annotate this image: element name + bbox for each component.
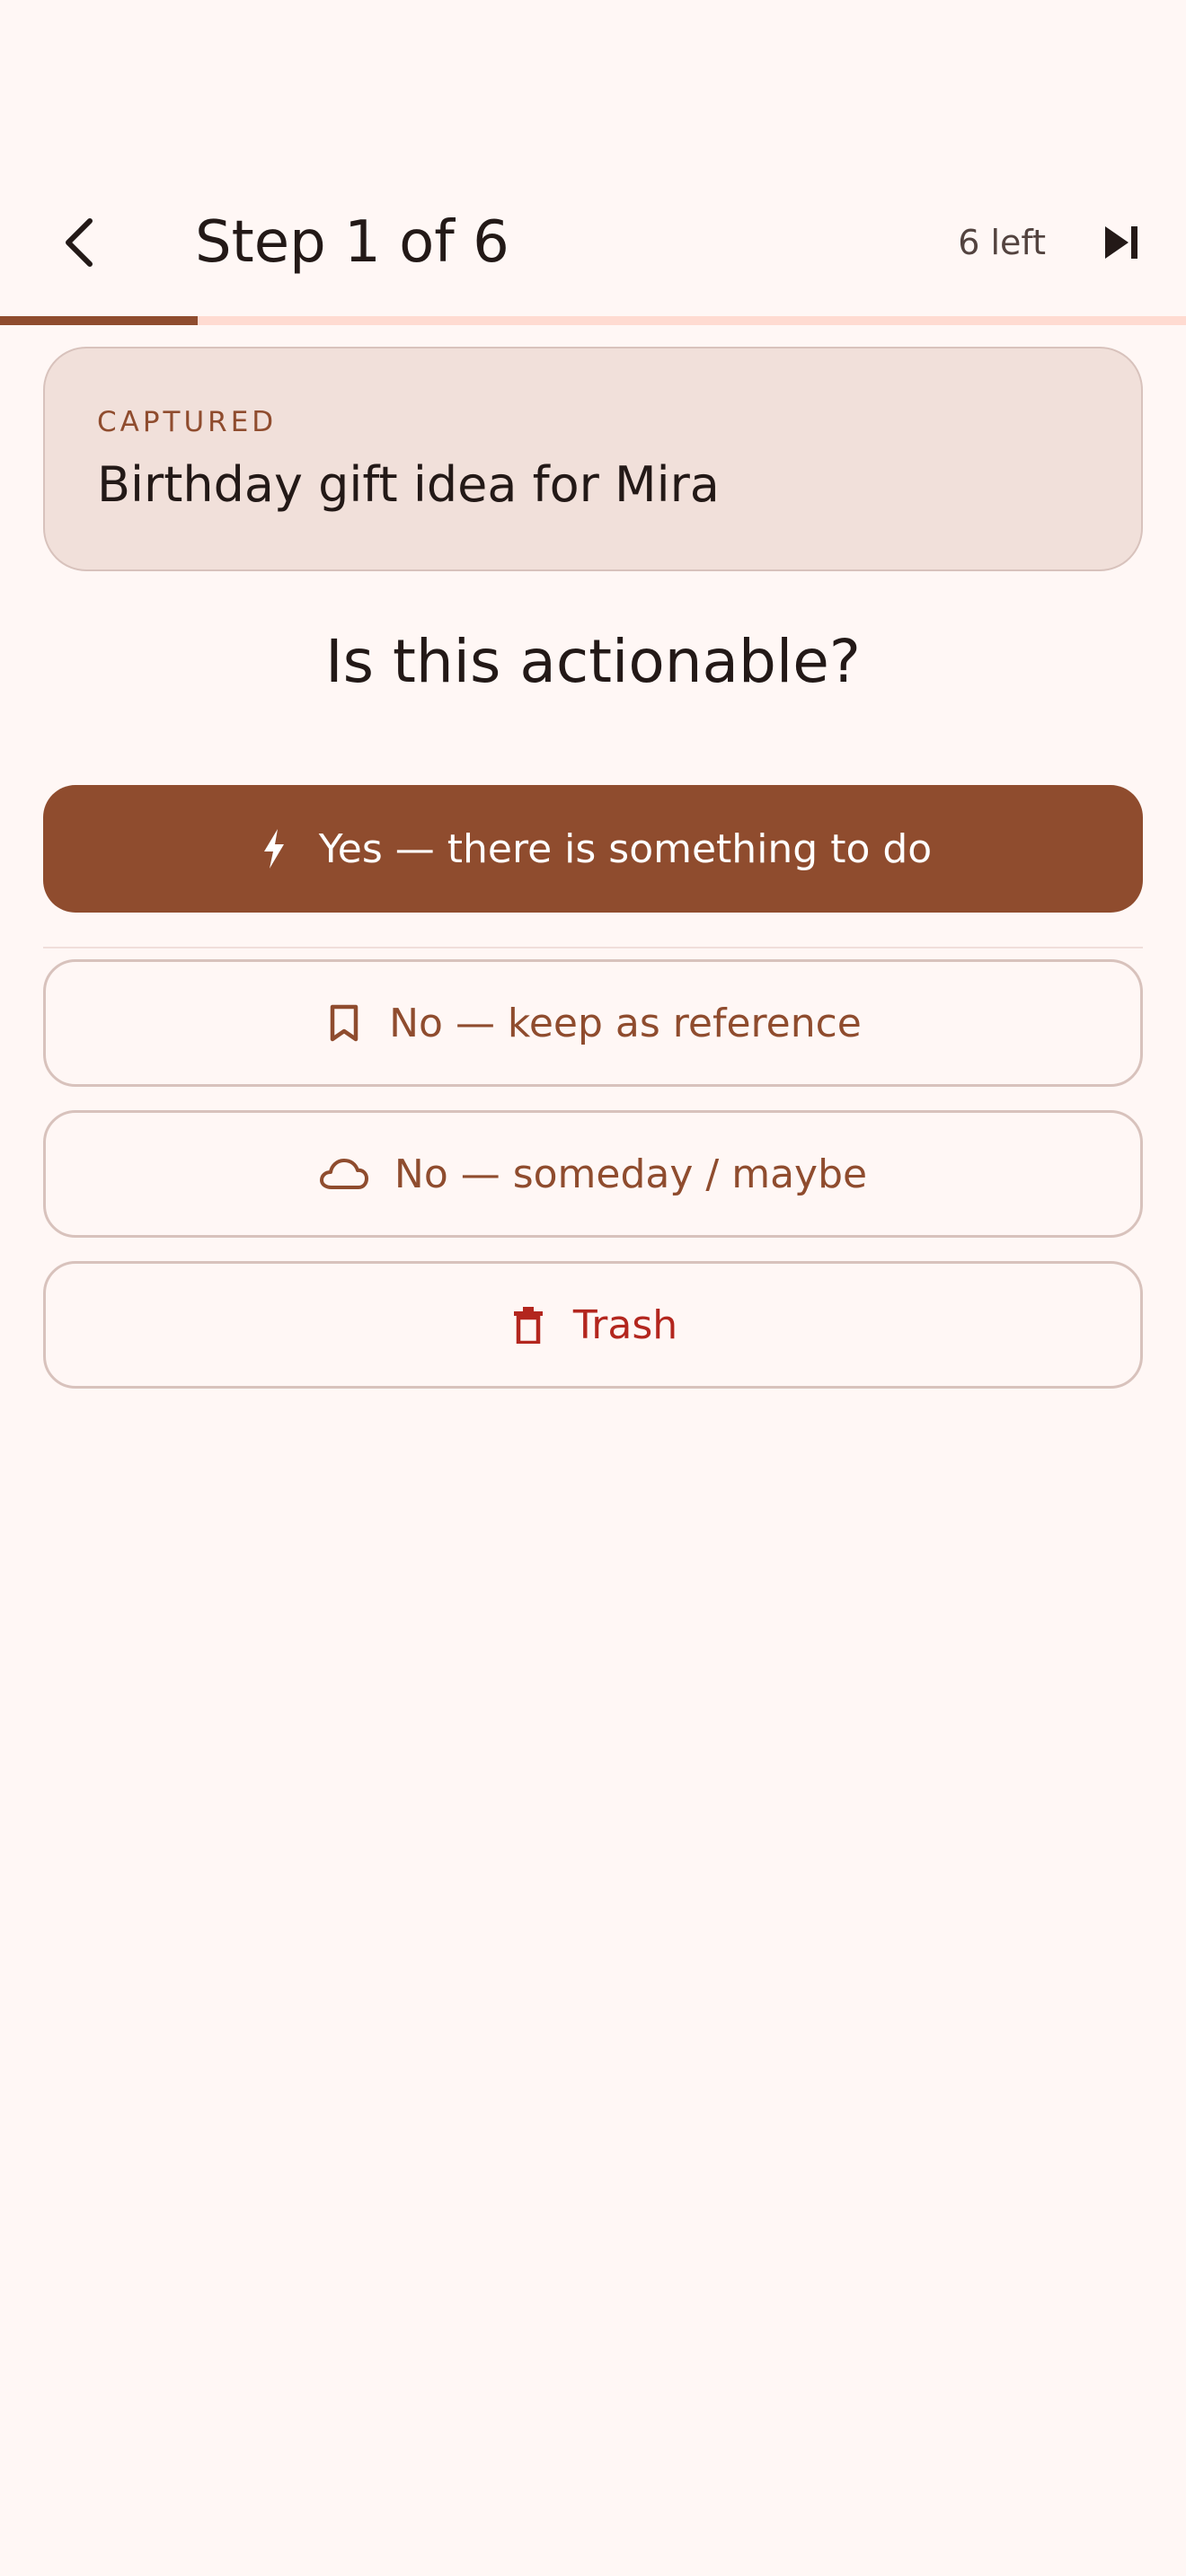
cloud-icon (319, 1154, 369, 1194)
keep-reference-button[interactable]: No — keep as reference (43, 959, 1143, 1087)
yes-actionable-label: Yes — there is something to do (318, 825, 933, 872)
someday-maybe-label: No — someday / maybe (394, 1151, 868, 1197)
captured-label: CAPTURED (97, 406, 278, 438)
someday-maybe-button[interactable]: No — someday / maybe (43, 1110, 1143, 1238)
trash-label: Trash (572, 1301, 678, 1348)
question-heading: Is this actionable? (325, 627, 861, 696)
skip-button[interactable] (1082, 203, 1161, 282)
page-title: Step 1 of 6 (195, 209, 509, 276)
captured-card: CAPTURED Birthday gift idea for Mira (43, 347, 1143, 571)
progress-bar (0, 316, 1186, 325)
app-bar: Step 1 of 6 6 left (0, 180, 1186, 305)
trash-icon (509, 1305, 548, 1345)
skip-next-icon (1105, 226, 1137, 259)
remaining-count: 6 left (958, 223, 1046, 262)
chevron-left-icon (66, 218, 93, 267)
captured-text: Birthday gift idea for Mira (97, 456, 720, 513)
bookmark-icon (324, 1003, 364, 1043)
trash-button[interactable]: Trash (43, 1261, 1143, 1389)
keep-reference-label: No — keep as reference (389, 1000, 862, 1046)
progress-bar-fill (0, 316, 199, 325)
yes-actionable-button[interactable]: Yes — there is something to do (43, 785, 1143, 913)
bolt-icon (254, 829, 294, 869)
divider (43, 947, 1143, 948)
back-button[interactable] (40, 203, 119, 282)
